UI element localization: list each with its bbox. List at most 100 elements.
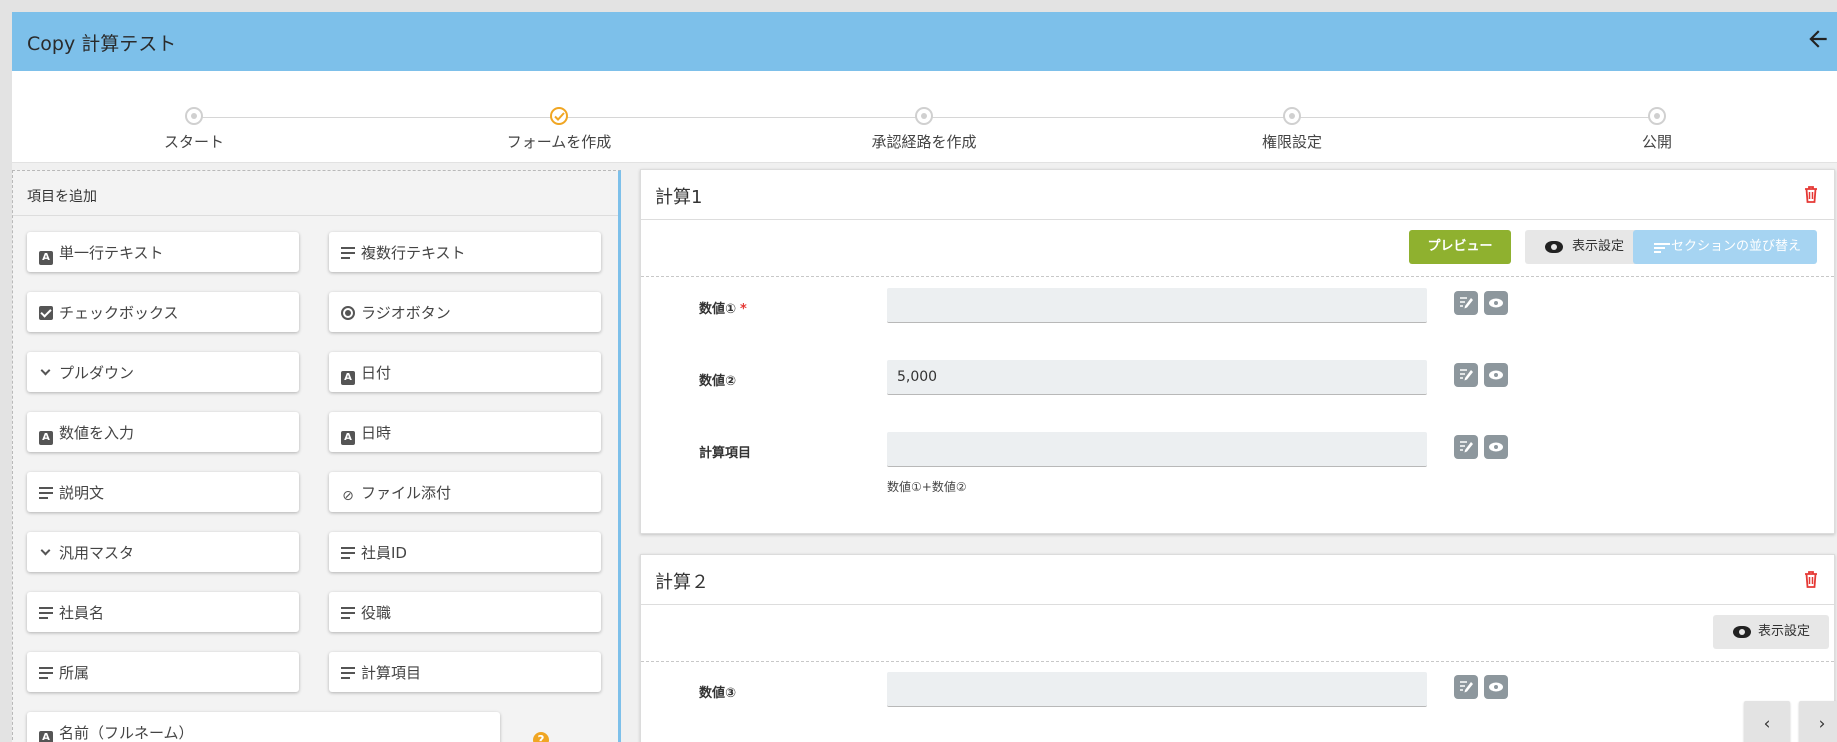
item-label: 汎用マスタ (59, 544, 135, 562)
palette-item-file-attach[interactable]: ⊘ ファイル添付 (329, 472, 601, 512)
palette-item-radio[interactable]: ラジオボタン (329, 292, 601, 332)
item-label: 単一行テキスト (59, 244, 164, 262)
step-publish[interactable]: 公開 (1547, 107, 1767, 152)
eye-icon[interactable] (1484, 675, 1508, 699)
form-field-row: 数値③ (641, 668, 1834, 728)
step-dot-icon (1283, 107, 1301, 125)
field-label: 数値③ (699, 682, 736, 701)
edit-icon[interactable] (1454, 675, 1478, 699)
eye-icon (1545, 241, 1563, 253)
number2-input[interactable] (887, 360, 1427, 395)
field-label-text: 数値③ (699, 686, 737, 701)
item-label: 社員名 (59, 604, 105, 622)
palette-item-employee-name[interactable]: 社員名 (27, 592, 299, 632)
preview-button[interactable]: プレビュー (1409, 230, 1511, 264)
step-label: 公開 (1641, 133, 1672, 151)
item-label: 計算項目 (361, 664, 422, 682)
display-settings-button[interactable]: 表示設定 (1525, 230, 1645, 264)
button-label: 表示設定 (1571, 239, 1624, 254)
field-label: 数値② (699, 370, 736, 389)
palette-item-single-line-text[interactable]: A 単一行テキスト (27, 232, 299, 272)
palette-item-employee-id[interactable]: 社員ID (329, 532, 601, 572)
item-label: 役職 (361, 604, 392, 622)
field-label-text: 計算項目 (699, 446, 752, 461)
text-box-icon: A (39, 731, 53, 742)
prev-page-button[interactable]: ‹ (1744, 701, 1790, 742)
form-section-1: 計算1 プレビュー 表示設定 セクションの並び替え 数値① * 数値② 5,00… (640, 169, 1835, 534)
step-label: スタート (163, 133, 224, 151)
field-label: 計算項目 (699, 442, 751, 461)
item-label: 日時 (361, 424, 392, 442)
step-label: フォームを作成 (506, 133, 612, 151)
number3-input[interactable] (887, 672, 1427, 707)
button-label: セクションの並び替え (1670, 239, 1801, 254)
palette-item-master[interactable]: 汎用マスタ (27, 532, 299, 572)
palette-item-calculation[interactable]: 計算項目 (329, 652, 601, 692)
palette-item-number[interactable]: A 数値を入力 (27, 412, 299, 452)
palette-item-multiline-text[interactable]: 複数行テキスト (329, 232, 601, 272)
help-icon[interactable]: ? (533, 732, 549, 742)
palette-item-description[interactable]: 説明文 (27, 472, 299, 512)
multiline-icon (341, 546, 355, 560)
calculation-input[interactable] (887, 432, 1427, 467)
radio-icon (341, 306, 355, 320)
step-approval-route[interactable]: 承認経路を作成 (814, 107, 1034, 152)
section-header: 計算1 (641, 170, 1834, 220)
palette-item-datetime[interactable]: A 日時 (329, 412, 601, 452)
edit-icon[interactable] (1454, 363, 1478, 387)
item-label: 説明文 (59, 484, 105, 502)
form-field-row: 計算項目 数値①+数値② (641, 428, 1834, 508)
section-title: 計算1 (655, 187, 703, 208)
text-box-icon: A (341, 371, 355, 385)
item-label: チェックボックス (59, 304, 179, 322)
next-page-button[interactable]: › (1799, 701, 1837, 742)
add-field-panel: 項目を追加 A 単一行テキスト 複数行テキスト チェックボックス ラジオボタン プ… (12, 170, 621, 742)
step-permissions[interactable]: 権限設定 (1182, 107, 1402, 152)
required-mark: * (740, 302, 747, 317)
checkbox-icon (39, 306, 53, 320)
palette-item-department[interactable]: 所属 (27, 652, 299, 692)
back-arrow-icon[interactable] (1805, 26, 1831, 52)
trash-icon[interactable] (1804, 571, 1818, 588)
app-window: Copy 計算テスト スタート フォームを作成 承認経路を作成 権限設定 公開 (12, 12, 1837, 742)
multiline-icon (341, 666, 355, 680)
text-box-icon: A (39, 431, 53, 445)
item-label: 日付 (361, 364, 392, 382)
step-dot-icon (915, 107, 933, 125)
step-create-form[interactable]: フォームを作成 (449, 107, 669, 152)
trash-icon[interactable] (1804, 186, 1818, 203)
form-field-row: 数値① * (641, 284, 1834, 344)
field-label: 数値① * (699, 298, 747, 317)
multiline-icon (39, 486, 53, 500)
chevron-down-icon (39, 366, 53, 380)
item-label: 複数行テキスト (361, 244, 466, 262)
section-sort-button[interactable]: セクションの並び替え (1633, 230, 1817, 264)
edit-icon[interactable] (1454, 291, 1478, 315)
item-label: ファイル添付 (361, 484, 452, 502)
palette-item-position[interactable]: 役職 (329, 592, 601, 632)
palette-item-date[interactable]: A 日付 (329, 352, 601, 392)
multiline-icon (39, 666, 53, 680)
form-field-row: 数値② (641, 356, 1834, 416)
chevron-down-icon (39, 546, 53, 560)
eye-icon[interactable] (1484, 435, 1508, 459)
item-label: 所属 (59, 664, 90, 682)
panel-title: 項目を追加 (13, 171, 618, 216)
step-start[interactable]: スタート (84, 107, 304, 152)
field-label-text: 数値② (699, 374, 737, 389)
item-label: ラジオボタン (361, 304, 451, 322)
display-settings-button[interactable]: 表示設定 (1713, 615, 1829, 649)
text-box-icon: A (341, 431, 355, 445)
step-label: 権限設定 (1261, 133, 1322, 151)
palette-item-dropdown[interactable]: プルダウン (27, 352, 299, 392)
field-label-text: 数値① (699, 302, 737, 317)
eye-icon (1733, 626, 1751, 638)
edit-icon[interactable] (1454, 435, 1478, 459)
multiline-icon (341, 246, 355, 260)
step-dot-icon (1648, 107, 1666, 125)
palette-item-checkbox[interactable]: チェックボックス (27, 292, 299, 332)
palette-item-full-name[interactable]: A 名前（フルネーム） (27, 712, 500, 742)
eye-icon[interactable] (1484, 291, 1508, 315)
number1-input[interactable] (887, 288, 1427, 323)
eye-icon[interactable] (1484, 363, 1508, 387)
